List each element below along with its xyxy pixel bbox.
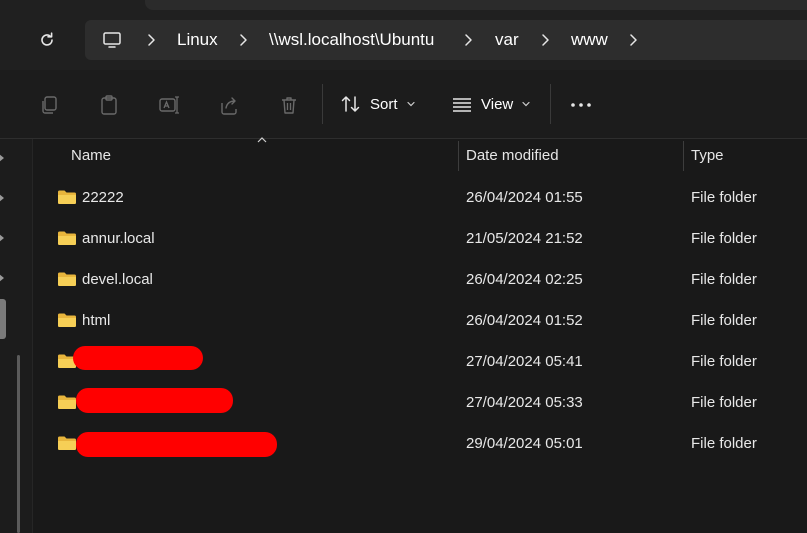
chevron-right-icon[interactable] <box>0 153 6 163</box>
file-row[interactable]: annur.local 21/05/2024 21:52 File folder <box>33 218 807 259</box>
sort-icon <box>341 96 360 112</box>
view-icon <box>453 98 471 112</box>
folder-icon <box>58 313 76 327</box>
rename-icon[interactable] <box>158 94 180 116</box>
address-bar[interactable]: Linux \\wsl.localhost\Ubuntu var www <box>85 20 807 60</box>
file-date-modified: 26/04/2024 01:55 <box>466 189 583 206</box>
paste-icon[interactable] <box>98 94 120 116</box>
chevron-right-icon[interactable] <box>0 233 6 243</box>
title-address-bar: Linux \\wsl.localhost\Ubuntu var www <box>0 0 807 70</box>
column-header-date-modified[interactable]: Date modified <box>466 139 559 173</box>
file-name: 22222 <box>82 189 124 206</box>
file-date-modified: 26/04/2024 02:25 <box>466 271 583 288</box>
breadcrumb-var[interactable]: var <box>495 20 519 60</box>
file-date-modified: 27/04/2024 05:41 <box>466 353 583 370</box>
file-type: File folder <box>691 230 757 247</box>
file-list: Name Date modified Type 22222 26/04/2024… <box>33 137 807 533</box>
chevron-right-icon[interactable] <box>0 273 6 283</box>
column-divider[interactable] <box>683 141 684 171</box>
chevron-right-icon <box>465 34 472 46</box>
file-type: File folder <box>691 435 757 452</box>
refresh-icon <box>41 32 53 46</box>
breadcrumb-wsl-ubuntu[interactable]: \\wsl.localhost\Ubuntu <box>269 20 434 60</box>
column-divider[interactable] <box>458 141 459 171</box>
chevron-right-icon[interactable] <box>0 193 6 203</box>
folder-icon <box>58 231 76 245</box>
breadcrumb-linux[interactable]: Linux <box>177 20 218 60</box>
file-type: File folder <box>691 394 757 411</box>
breadcrumb-www[interactable]: www <box>571 20 608 60</box>
file-name: html <box>82 312 111 329</box>
redaction-mark <box>73 346 203 370</box>
chevron-right-icon[interactable] <box>625 32 641 48</box>
toolbar-separator <box>550 84 551 124</box>
more-icon[interactable] <box>570 94 592 116</box>
tab-strip <box>145 0 807 10</box>
refresh-button[interactable] <box>36 29 58 51</box>
file-row[interactable]: html 26/04/2024 01:52 File folder <box>33 300 807 341</box>
file-date-modified: 26/04/2024 01:52 <box>466 312 583 329</box>
folder-icon <box>58 272 76 286</box>
share-icon[interactable] <box>218 94 240 116</box>
column-header-name[interactable]: Name <box>71 139 111 173</box>
nav-selection-indicator <box>0 299 6 339</box>
this-pc-icon <box>103 32 121 48</box>
file-type: File folder <box>691 271 757 288</box>
toolbar-separator <box>322 84 323 124</box>
file-date-modified: 29/04/2024 05:01 <box>466 435 583 452</box>
file-name: annur.local <box>82 230 155 247</box>
redaction-mark <box>76 432 277 457</box>
chevron-right-icon <box>148 34 155 46</box>
folder-icon <box>58 436 76 450</box>
copy-icon[interactable] <box>38 94 60 116</box>
file-date-modified: 27/04/2024 05:33 <box>466 394 583 411</box>
navigation-pane <box>0 139 33 533</box>
sort-ascending-icon <box>257 137 267 143</box>
redaction-mark <box>76 388 233 413</box>
file-type: File folder <box>691 312 757 329</box>
file-date-modified: 21/05/2024 21:52 <box>466 230 583 247</box>
command-bar: Sort View <box>0 70 807 139</box>
chevron-down-icon <box>406 101 415 107</box>
file-name: devel.local <box>82 271 153 288</box>
view-button[interactable]: View <box>451 88 531 120</box>
folder-icon <box>58 190 76 204</box>
delete-icon[interactable] <box>278 94 300 116</box>
column-header-type[interactable]: Type <box>691 139 724 173</box>
chevron-right-icon <box>240 34 247 46</box>
file-type: File folder <box>691 353 757 370</box>
file-row[interactable]: devel.local 26/04/2024 02:25 File folder <box>33 259 807 300</box>
sort-label: Sort <box>370 95 398 113</box>
sort-button[interactable]: Sort <box>340 88 416 120</box>
file-row[interactable]: 22222 26/04/2024 01:55 File folder <box>33 177 807 218</box>
view-label: View <box>481 95 514 113</box>
file-type: File folder <box>691 189 757 206</box>
folder-icon <box>58 395 76 409</box>
chevron-right-icon <box>542 34 549 46</box>
nav-scrollbar[interactable] <box>17 355 20 533</box>
chevron-down-icon <box>522 101 530 107</box>
